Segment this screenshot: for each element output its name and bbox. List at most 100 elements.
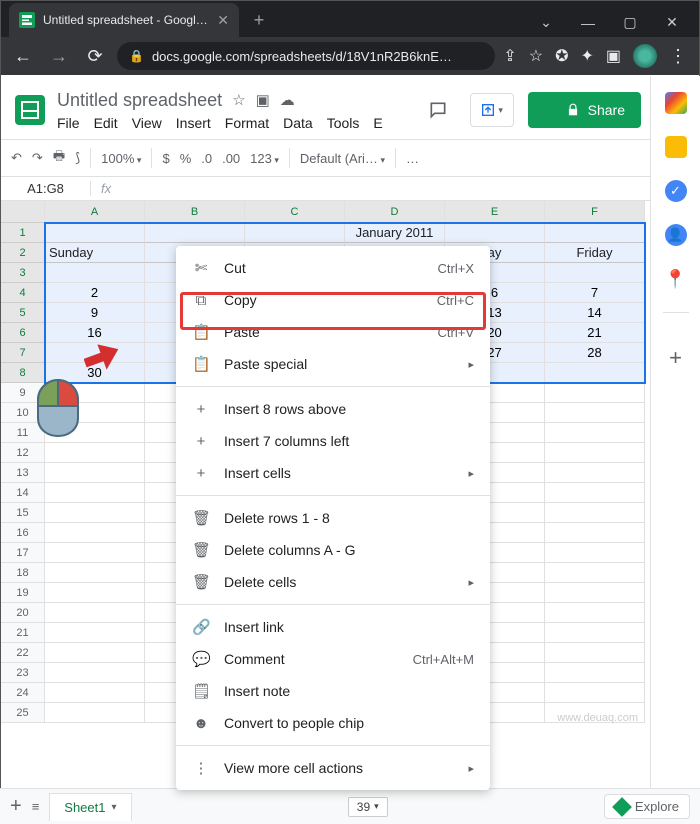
ctx-paste-special[interactable]: 📋 Paste special ▸ (176, 348, 490, 380)
nav-back-button[interactable]: ← (9, 42, 37, 70)
document-title[interactable]: Untitled spreadsheet (57, 90, 222, 111)
ctx-paste[interactable]: 📋 Paste Ctrl+V (176, 316, 490, 348)
tasks-addon-icon[interactable]: ✓ (665, 180, 687, 202)
row-header[interactable]: 4 (1, 283, 45, 303)
cell[interactable] (545, 263, 645, 283)
print-button[interactable]: 🖶 (53, 147, 65, 169)
new-tab-button[interactable]: + (245, 6, 273, 34)
row-header[interactable]: 21 (1, 623, 45, 643)
url-input[interactable]: 🔒 docs.google.com/spreadsheets/d/18V1nR2… (117, 42, 495, 70)
increase-decimal-button[interactable]: .00 (222, 151, 240, 166)
bookmark-icon[interactable]: ☆ (529, 46, 543, 66)
row-header[interactable]: 20 (1, 603, 45, 623)
cell[interactable] (45, 443, 145, 463)
cell[interactable] (45, 703, 145, 723)
ctx-insert-cols[interactable]: + Insert 7 columns left (176, 425, 490, 457)
zoom-dropdown[interactable]: 100% (101, 151, 141, 166)
col-header-a[interactable]: A (45, 201, 145, 223)
row-header[interactable]: 23 (1, 663, 45, 683)
cell[interactable] (45, 563, 145, 583)
col-header-d[interactable]: D (345, 201, 445, 223)
row-header[interactable]: 19 (1, 583, 45, 603)
font-family-dropdown[interactable]: Default (Ari… (300, 151, 385, 166)
caret-down-icon[interactable]: ⌄ (537, 14, 555, 31)
name-box[interactable]: A1:G8 (1, 181, 91, 196)
row-header[interactable]: 24 (1, 683, 45, 703)
ctx-more-actions[interactable]: ⋮ View more cell actions ▸ (176, 752, 490, 784)
cell[interactable] (545, 483, 645, 503)
window-close-icon[interactable]: ✕ (663, 14, 681, 31)
number-format-dropdown[interactable]: 123 (250, 151, 279, 166)
ctx-insert-cells[interactable]: + Insert cells ▸ (176, 457, 490, 489)
contacts-addon-icon[interactable]: 👤 (665, 224, 687, 246)
sheet-tab-sheet1[interactable]: Sheet1 ▾ (49, 793, 131, 821)
cell[interactable] (45, 483, 145, 503)
cell[interactable] (545, 383, 645, 403)
cell[interactable] (545, 363, 645, 383)
cell[interactable] (545, 223, 645, 243)
cell[interactable] (545, 443, 645, 463)
cell[interactable] (545, 603, 645, 623)
profile-avatar-icon[interactable] (633, 44, 657, 68)
row-header[interactable]: 7 (1, 343, 45, 363)
row-header[interactable]: 12 (1, 443, 45, 463)
row-header[interactable]: 25 (1, 703, 45, 723)
explore-button[interactable]: Explore (604, 794, 690, 819)
menu-extensions[interactable]: E (373, 115, 382, 131)
cell[interactable]: Friday (545, 243, 645, 263)
row-header[interactable]: 22 (1, 643, 45, 663)
row-header[interactable]: 1 (1, 223, 45, 243)
puzzle-icon[interactable]: ✦ (580, 46, 593, 66)
keep-addon-icon[interactable] (665, 136, 687, 158)
cell[interactable] (545, 583, 645, 603)
ctx-insert-rows[interactable]: + Insert 8 rows above (176, 393, 490, 425)
ctx-insert-note[interactable]: 🗒 Insert note (176, 675, 490, 707)
cell[interactable] (45, 543, 145, 563)
star-icon[interactable]: ☆ (232, 91, 245, 109)
move-folder-icon[interactable]: ▣ (256, 91, 270, 109)
browser-tab[interactable]: Untitled spreadsheet - Google Sh ✕ (9, 3, 239, 37)
redo-button[interactable]: ↷ (32, 150, 43, 166)
col-header-c[interactable]: C (245, 201, 345, 223)
extension-icon[interactable]: ✪ (555, 46, 568, 66)
cell[interactable] (545, 463, 645, 483)
cell[interactable] (45, 663, 145, 683)
row-header[interactable]: 14 (1, 483, 45, 503)
ctx-delete-cells[interactable]: 🗑 Delete cells ▸ (176, 566, 490, 598)
col-header-e[interactable]: E (445, 201, 545, 223)
cell[interactable] (545, 563, 645, 583)
cell[interactable] (545, 503, 645, 523)
cell[interactable] (545, 543, 645, 563)
cell[interactable] (45, 503, 145, 523)
menu-insert[interactable]: Insert (176, 115, 211, 131)
ctx-delete-rows[interactable]: 🗑 Delete rows 1 - 8 (176, 502, 490, 534)
ctx-delete-cols[interactable]: 🗑 Delete columns A - G (176, 534, 490, 566)
cell[interactable] (545, 663, 645, 683)
col-header-f[interactable]: F (545, 201, 645, 223)
menu-format[interactable]: Format (225, 115, 269, 131)
menu-file[interactable]: File (57, 115, 80, 131)
cell[interactable]: 9 (45, 303, 145, 323)
cloud-status-icon[interactable]: ☁ (280, 91, 295, 109)
format-currency-button[interactable]: $ (162, 151, 169, 166)
cell[interactable] (45, 263, 145, 283)
cell[interactable] (545, 403, 645, 423)
cell[interactable] (545, 623, 645, 643)
comment-history-button[interactable] (420, 92, 456, 128)
ctx-copy[interactable]: ⧉ Copy Ctrl+C (176, 284, 490, 316)
row-header[interactable]: 2 (1, 243, 45, 263)
cell[interactable] (245, 223, 345, 243)
cell[interactable] (545, 643, 645, 663)
cell[interactable] (45, 623, 145, 643)
all-sheets-button[interactable]: ≡ (32, 799, 40, 814)
cell[interactable]: Sunday (45, 243, 145, 263)
row-header[interactable]: 15 (1, 503, 45, 523)
cell[interactable] (45, 603, 145, 623)
cell[interactable] (545, 423, 645, 443)
sheets-logo-icon[interactable] (11, 86, 49, 134)
cell[interactable] (45, 463, 145, 483)
decrease-decimal-button[interactable]: .0 (201, 151, 212, 166)
present-button[interactable]: ▾ (470, 93, 514, 127)
toolbar-more-button[interactable]: … (406, 151, 419, 166)
cell[interactable]: January 2011 (345, 223, 445, 243)
